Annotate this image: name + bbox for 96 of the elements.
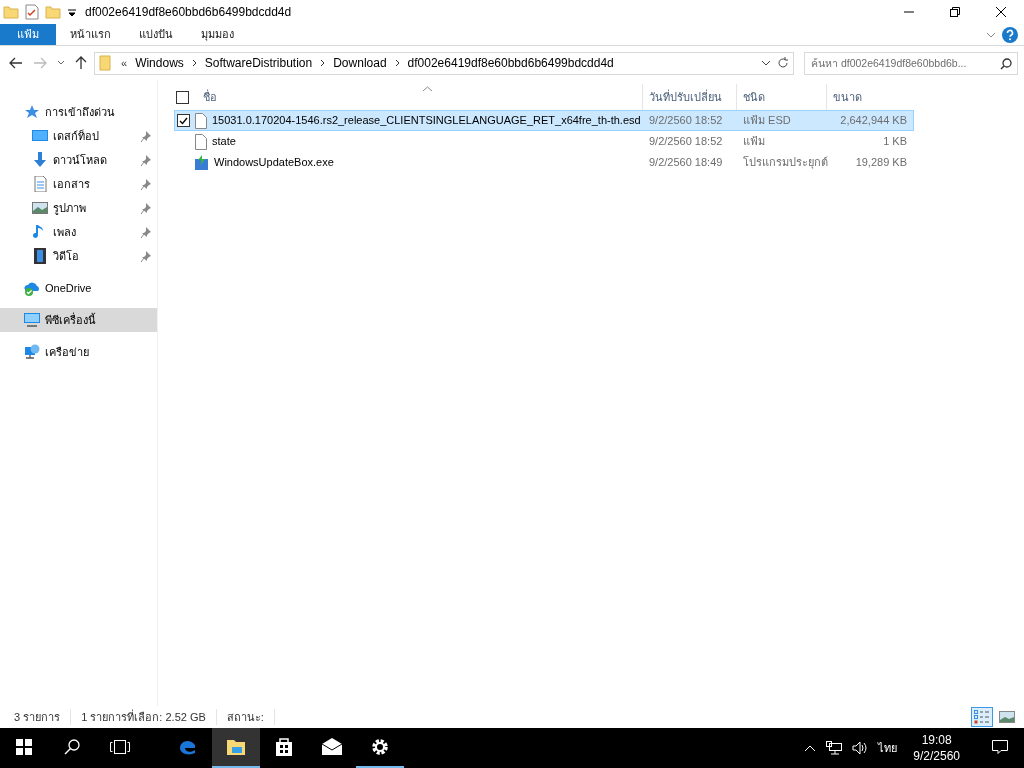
sidebar-item[interactable]: เดสก์ท็อป — [0, 124, 157, 148]
pin-icon — [141, 130, 151, 142]
chevron-down-icon[interactable] — [761, 59, 771, 67]
download-arrow-icon — [32, 152, 48, 168]
file-row[interactable]: WindowsUpdateBox.exe 9/2/2560 18:49 โปรแกรมประยุกต์ 19,289 KB — [174, 152, 914, 173]
file-name[interactable]: WindowsUpdateBox.exe — [214, 154, 334, 171]
date-cell-text: 9/2/2560 18:52 — [648, 134, 724, 150]
task-view-icon — [110, 740, 130, 754]
sidebar-item[interactable]: เครือข่าย — [0, 340, 157, 364]
chevron-right-icon — [394, 59, 400, 67]
network-icon[interactable] — [826, 741, 843, 755]
pin-icon — [141, 250, 151, 262]
pin-icon — [141, 178, 151, 190]
status-text: 1 รายการที่เลือก: 2.52 GB — [81, 708, 217, 726]
details-view-button[interactable] — [971, 707, 993, 727]
details-list-icon — [974, 710, 990, 724]
file-row[interactable]: 15031.0.170204-1546.rs2_release_CLIENTSINGLELANGUAGE_RET_x64fre_th-th.esd 9/2/2560 18:52 แฟ้ม ESD 2,642,944 KB — [174, 110, 914, 131]
window-title: df002e6419df8e60bbd6b6499bdcdd4d — [85, 4, 292, 21]
breadcrumb[interactable]: Windows — [135, 54, 184, 72]
sidebar-item[interactable]: OneDrive — [0, 276, 157, 300]
folder-icon — [99, 55, 113, 71]
speech-bubble-icon — [992, 739, 1008, 755]
chevron-up-icon[interactable] — [804, 744, 817, 752]
file-name[interactable]: state — [212, 133, 236, 150]
size-cell-text: 2,642,944 KB — [839, 113, 908, 129]
size-cell-text: 19,289 KB — [854, 155, 908, 171]
folder-icon — [226, 737, 246, 757]
sidebar-item[interactable]: รูปภาพ — [0, 196, 157, 220]
sidebar-item[interactable]: พีซีเครื่องนี้ — [0, 308, 157, 332]
search-icon — [1000, 57, 1012, 70]
ribbon-tab[interactable]: มุมมอง — [187, 24, 248, 45]
network-icon — [24, 344, 40, 360]
clock[interactable]: 19:08 9/2/2560 — [907, 732, 966, 764]
breadcrumb[interactable]: df002e6419df8e60bbd6b6499bdcdd4d — [407, 54, 614, 72]
file-menu-button[interactable]: แฟ้ม — [0, 24, 56, 45]
installer-icon — [194, 154, 210, 171]
file-name[interactable]: 15031.0.170204-1546.rs2_release_CLIENTSINGLELANGUAGE_RET_x64fre_th-th.esd — [212, 112, 641, 129]
help-icon[interactable] — [1002, 26, 1018, 43]
pin-icon — [141, 154, 151, 166]
date-cell-text: 9/2/2560 18:52 — [648, 113, 724, 129]
type-cell-text: โปรแกรมประยุกต์ — [742, 155, 827, 171]
search-icon — [64, 739, 80, 755]
breadcrumb[interactable]: SoftwareDistribution — [204, 54, 313, 72]
envelope-icon — [322, 737, 342, 757]
pin-icon — [141, 202, 151, 214]
sidebar-item[interactable]: เอกสาร — [0, 172, 157, 196]
pin-icon — [141, 226, 151, 238]
windows-logo-icon — [16, 739, 32, 755]
date-cell-text: 9/2/2560 18:49 — [648, 155, 724, 171]
gear-icon — [370, 737, 390, 757]
desktop-icon — [32, 128, 48, 144]
language-indicator[interactable]: ไทย — [878, 739, 898, 757]
back-arrow-icon — [9, 57, 23, 69]
sidebar-item[interactable]: เพลง — [0, 220, 157, 244]
ribbon-tab[interactable]: หน้าแรก — [56, 24, 125, 45]
sidebar-item[interactable]: วิดีโอ — [0, 244, 157, 268]
column-header-label: ชื่อ — [203, 88, 217, 105]
film-icon — [32, 248, 48, 264]
row-checkbox[interactable] — [177, 114, 190, 127]
checklist-icon[interactable] — [25, 4, 39, 20]
overflow-chevron[interactable]: « — [121, 54, 128, 72]
sidebar-item[interactable]: ดาวน์โหลด — [0, 148, 157, 172]
cloud-icon — [24, 280, 40, 296]
breadcrumb[interactable]: Download — [333, 54, 387, 72]
refresh-icon[interactable] — [777, 57, 789, 69]
dropdown-icon[interactable] — [67, 7, 77, 17]
ribbon-tab[interactable]: แบ่งปัน — [125, 24, 187, 45]
status-text: 3 รายการ — [14, 708, 72, 726]
type-cell-text: แฟ้ม ESD — [742, 113, 792, 129]
up-arrow-icon — [75, 56, 87, 70]
forward-arrow-icon — [33, 57, 47, 69]
sort-ascending-icon — [423, 86, 432, 92]
blank-file-icon — [194, 133, 208, 150]
shopping-bag-icon — [274, 737, 294, 757]
restore-icon — [950, 7, 960, 17]
search-field[interactable]: ค้นหา df002e6419df8e60bbd6b... — [804, 51, 1018, 75]
close-icon — [996, 7, 1006, 17]
blank-file-icon — [194, 112, 208, 129]
star-icon — [24, 104, 40, 120]
chevron-right-icon — [320, 59, 326, 67]
document-icon — [32, 176, 48, 192]
type-cell-text: แฟ้ม — [742, 134, 766, 150]
speaker-icon[interactable] — [852, 741, 869, 755]
chevron-right-icon — [191, 59, 197, 67]
select-all-checkbox[interactable] — [176, 90, 189, 104]
check-icon — [179, 116, 188, 125]
picture-icon — [32, 200, 48, 216]
status-text: สถานะ: — [226, 708, 275, 726]
address-bar[interactable]: « Windows SoftwareDistribution Download df002e6419df8e60bbd6b6499bdcdd4d — [94, 51, 794, 75]
taskbar-app[interactable] — [212, 728, 260, 768]
picture-icon — [999, 711, 1015, 723]
file-row[interactable]: state 9/2/2560 18:52 แฟ้ม 1 KB — [174, 131, 914, 152]
computer-icon — [24, 312, 40, 328]
chevron-down-icon — [57, 60, 65, 66]
sidebar-item[interactable]: การเข้าถึงด่วน — [0, 100, 157, 124]
size-cell-text: 1 KB — [882, 134, 908, 150]
